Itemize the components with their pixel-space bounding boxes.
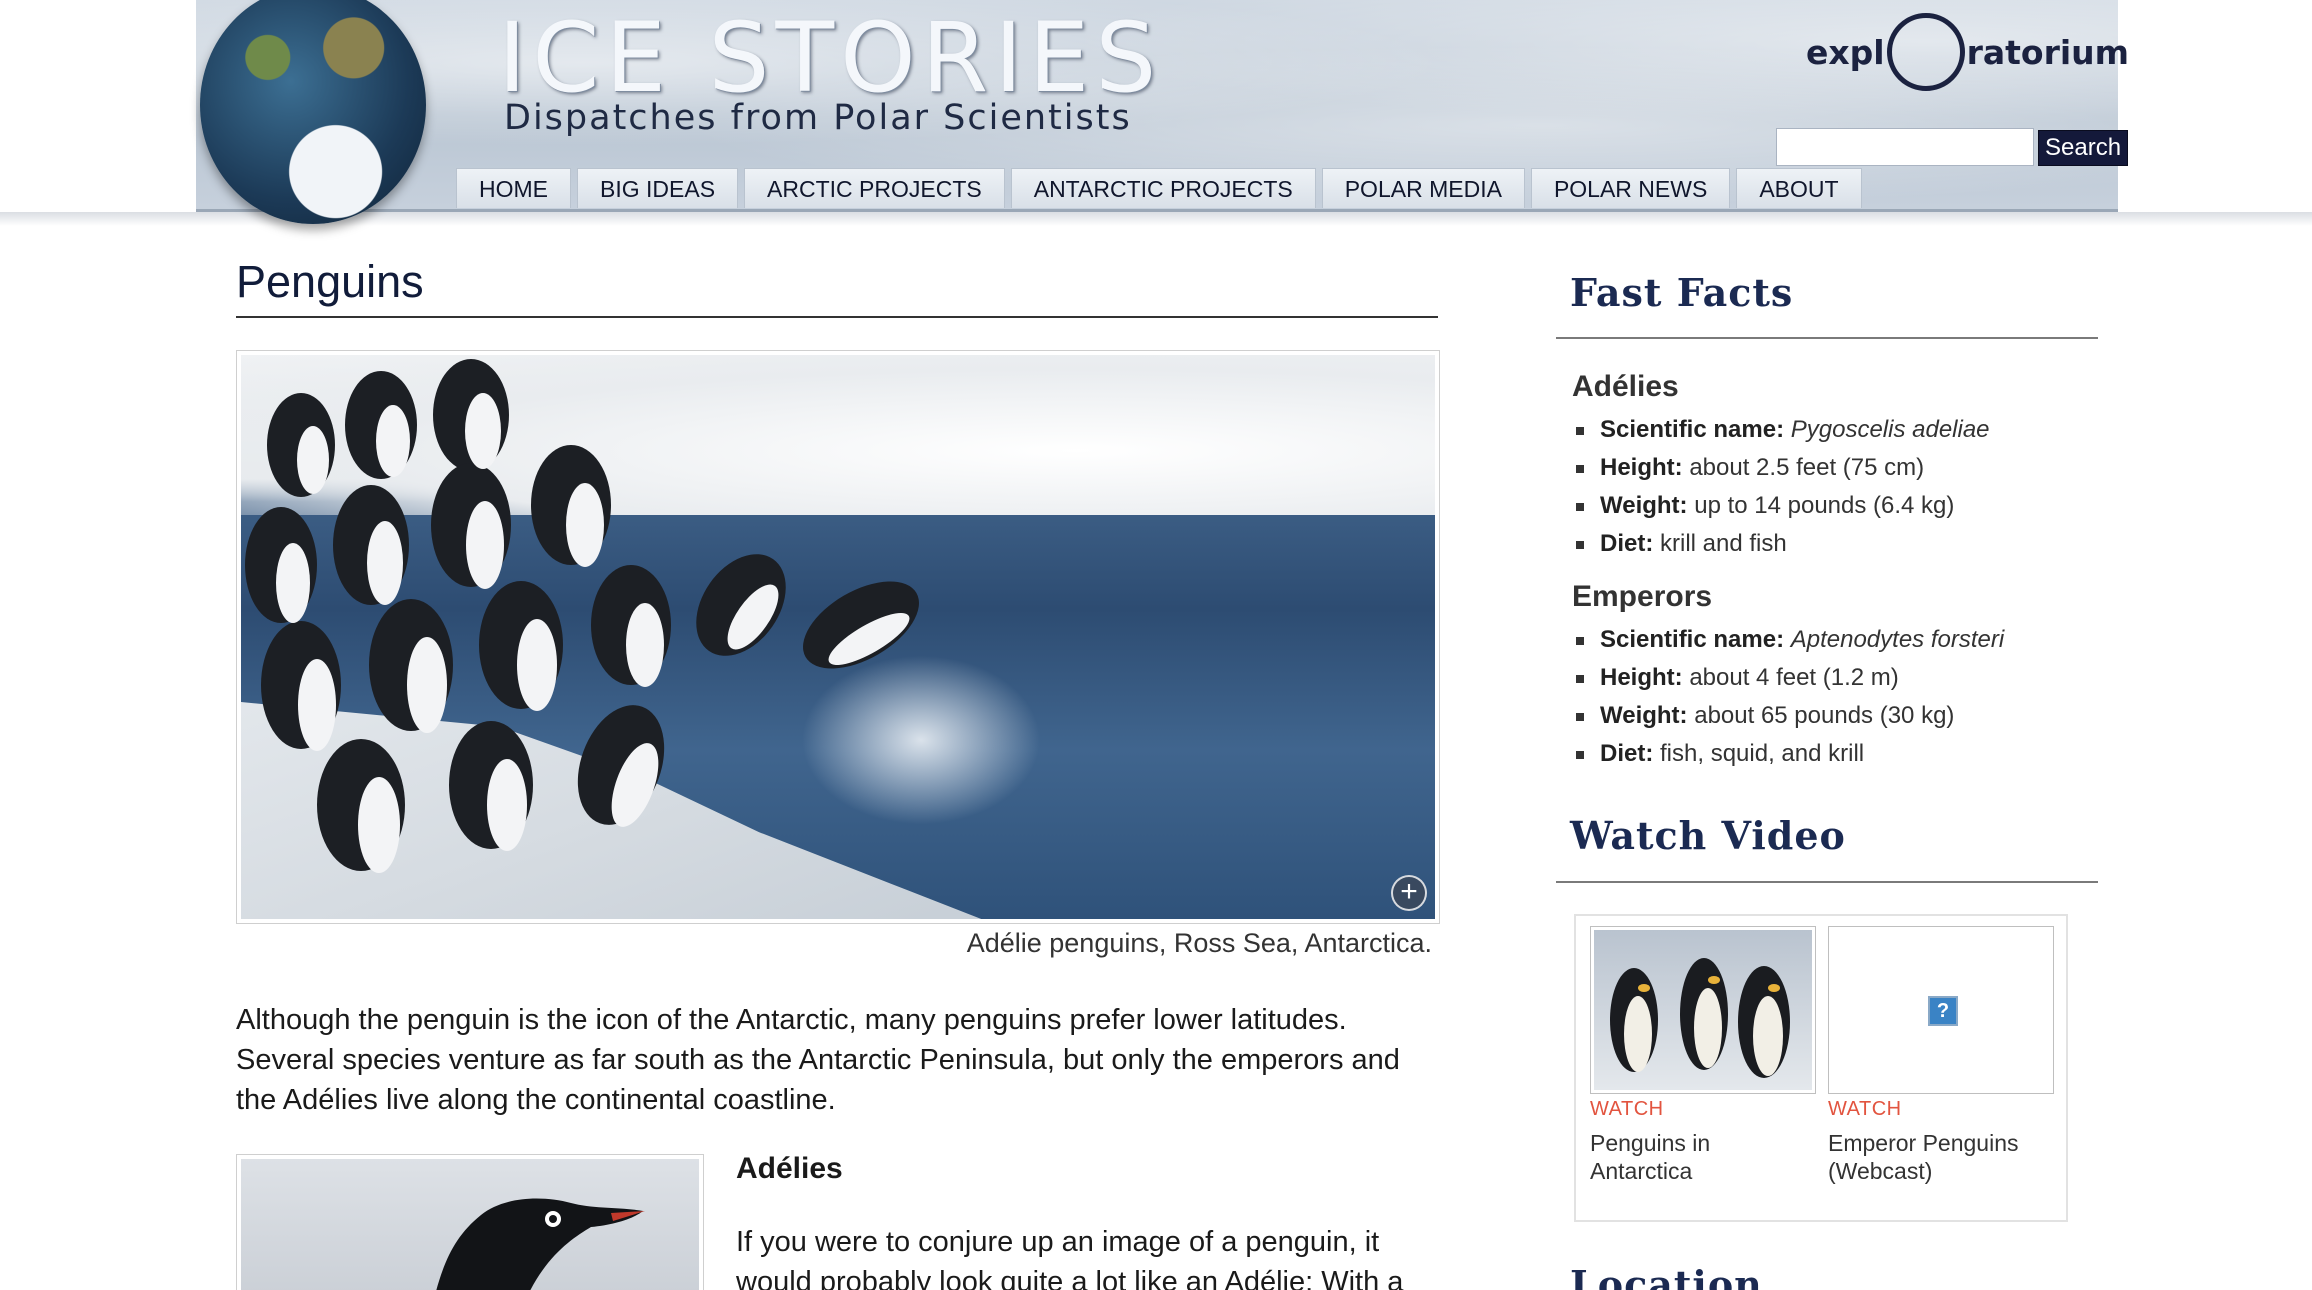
video-title-line: Penguins in	[1590, 1130, 1711, 1156]
hero-image-frame[interactable]: +	[236, 350, 1440, 924]
watch-video-divider	[1556, 881, 2098, 883]
emperor-facts-list: Scientific name: Aptenodytes forsteri He…	[1576, 621, 2004, 773]
exploratorium-logo[interactable]: expl ratorium	[1806, 13, 2130, 91]
fact-value: about 65 pounds (30 kg)	[1694, 702, 1955, 729]
zoom-in-icon[interactable]: +	[1391, 875, 1427, 911]
fact-item: Height: about 4 feet (1.2 m)	[1576, 659, 2004, 697]
emperor-penguins-illustration	[1610, 958, 1790, 1078]
nav-polar-news[interactable]: POLAR NEWS	[1530, 168, 1731, 208]
exploratorium-ring-icon	[1886, 13, 1965, 91]
missing-image-icon: ?	[1928, 996, 1958, 1026]
search-input[interactable]	[1776, 128, 2034, 166]
nav-big-ideas[interactable]: BIG IDEAS	[577, 168, 739, 208]
fact-label: Height:	[1600, 664, 1683, 691]
species-adelies-heading: Adélies	[1572, 370, 1679, 403]
fact-value: Aptenodytes forsteri	[1790, 626, 2005, 653]
fact-label: Height:	[1600, 454, 1683, 481]
adelie-image-frame[interactable]	[236, 1154, 704, 1290]
video-card-emperor-penguins-webcast[interactable]: ? WATCH Emperor Penguins (Webcast)	[1828, 926, 2054, 1185]
fact-value: krill and fish	[1660, 530, 1787, 557]
fact-value: Pygoscelis adeliae	[1790, 416, 1990, 443]
fact-item: Diet: krill and fish	[1576, 525, 1990, 563]
video-thumbnail-image	[1594, 930, 1812, 1090]
page: ICE STORIES Dispatches from Polar Scient…	[0, 0, 2312, 1290]
video-title-line: (Webcast)	[1828, 1158, 1933, 1184]
fact-value: up to 14 pounds (6.4 kg)	[1694, 492, 1955, 519]
fact-label: Scientific name:	[1600, 416, 1785, 443]
nav-polar-media[interactable]: POLAR MEDIA	[1321, 168, 1525, 208]
fact-label: Scientific name:	[1600, 626, 1785, 653]
fact-label: Weight:	[1600, 492, 1688, 519]
video-title-line: Emperor Penguins	[1828, 1130, 2019, 1156]
title-divider	[236, 316, 1438, 318]
nav-arctic-projects[interactable]: ARCTIC PROJECTS	[744, 168, 1005, 208]
nav-antarctic-projects[interactable]: ANTARCTIC PROJECTS	[1010, 168, 1316, 208]
fact-label: Diet:	[1600, 740, 1654, 767]
location-heading: Location	[1570, 1262, 1763, 1290]
hero-caption: Adélie penguins, Ross Sea, Antarctica.	[966, 928, 1432, 958]
fact-value: fish, squid, and krill	[1660, 740, 1865, 767]
watch-video-heading: Watch Video	[1570, 813, 1846, 858]
fact-label: Weight:	[1600, 702, 1688, 729]
video-thumbnail[interactable]: ?	[1828, 926, 2054, 1094]
video-thumbnail[interactable]	[1590, 926, 1816, 1094]
fact-item: Height: about 2.5 feet (75 cm)	[1576, 449, 1990, 487]
brand-text-left: expl	[1806, 32, 1885, 72]
fact-item: Weight: about 65 pounds (30 kg)	[1576, 697, 2004, 735]
penguin-group-illustration	[245, 359, 919, 873]
video-title-line: Antarctica	[1590, 1158, 1693, 1184]
adelie-image[interactable]	[241, 1159, 699, 1290]
watch-label[interactable]: WATCH	[1828, 1098, 2054, 1121]
main-nav: HOME BIG IDEAS ARCTIC PROJECTS ANTARCTIC…	[456, 168, 1868, 208]
video-title[interactable]: Emperor Penguins (Webcast)	[1828, 1129, 2054, 1185]
fact-item: Scientific name: Aptenodytes forsteri	[1576, 621, 2004, 659]
site-subtitle: Dispatches from Polar Scientists	[504, 98, 1132, 138]
adelies-paragraph: If you were to conjure up an image of a …	[736, 1226, 1404, 1290]
fact-item: Diet: fish, squid, and krill	[1576, 735, 2004, 773]
video-card-penguins-in-antarctica[interactable]: WATCH Penguins in Antarctica	[1590, 926, 1816, 1185]
video-list: WATCH Penguins in Antarctica ? WATCH Emp…	[1574, 914, 2068, 1222]
nav-about[interactable]: ABOUT	[1736, 168, 1862, 208]
fact-label: Diet:	[1600, 530, 1654, 557]
fact-item: Scientific name: Pygoscelis adeliae	[1576, 411, 1990, 449]
fast-facts-heading: Fast Facts	[1570, 270, 1794, 315]
search-button[interactable]: Search	[2038, 130, 2129, 166]
video-title[interactable]: Penguins in Antarctica	[1590, 1129, 1816, 1185]
fast-facts-divider	[1556, 337, 2098, 339]
hero-image[interactable]: +	[241, 355, 1435, 919]
adelies-heading: Adélies	[736, 1152, 843, 1185]
video-thumbnail-image: ?	[1832, 930, 2050, 1090]
adelie-head-illustration	[436, 1198, 645, 1290]
watch-label[interactable]: WATCH	[1590, 1098, 1816, 1121]
fact-value: about 4 feet (1.2 m)	[1689, 664, 1899, 691]
intro-paragraph: Although the penguin is the icon of the …	[236, 1004, 1400, 1116]
fact-item: Weight: up to 14 pounds (6.4 kg)	[1576, 487, 1990, 525]
page-title: Penguins	[236, 256, 424, 307]
nav-home[interactable]: HOME	[456, 168, 571, 208]
brand-text-right: ratorium	[1966, 32, 2130, 72]
fact-value: about 2.5 feet (75 cm)	[1689, 454, 1925, 481]
adelie-facts-list: Scientific name: Pygoscelis adeliae Heig…	[1576, 411, 1990, 563]
species-emperors-heading: Emperors	[1572, 580, 1713, 613]
